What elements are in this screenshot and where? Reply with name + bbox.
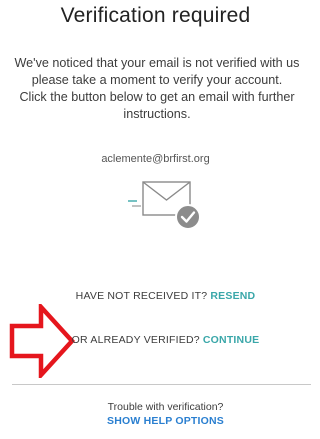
envelope-check-icon (128, 181, 201, 230)
continue-row: OR ALREADY VERIFIED? CONTINUE (0, 334, 320, 346)
resend-prompt: HAVE NOT RECEIVED IT? (75, 290, 211, 302)
divider (12, 384, 311, 385)
message-line: Click the button below to get an email w… (19, 90, 295, 104)
message-line: please take a moment to verify your acco… (31, 73, 283, 87)
message-line: instructions. (123, 107, 191, 121)
verification-message: We've noticed that your email is not ver… (4, 55, 310, 123)
resend-row: HAVE NOT RECEIVED IT? RESEND (0, 290, 320, 302)
user-email: aclemente@brfirst.org (101, 153, 210, 165)
show-help-options-link[interactable]: SHOW HELP OPTIONS (0, 415, 320, 427)
resend-link[interactable]: RESEND (210, 290, 255, 302)
continue-link[interactable]: CONTINUE (203, 334, 259, 346)
help-text: Trouble with verification? (107, 401, 224, 413)
page-title: Verification required (60, 4, 251, 27)
continue-prompt: OR ALREADY VERIFIED? (71, 334, 203, 346)
message-line: We've noticed that your email is not ver… (14, 56, 300, 70)
